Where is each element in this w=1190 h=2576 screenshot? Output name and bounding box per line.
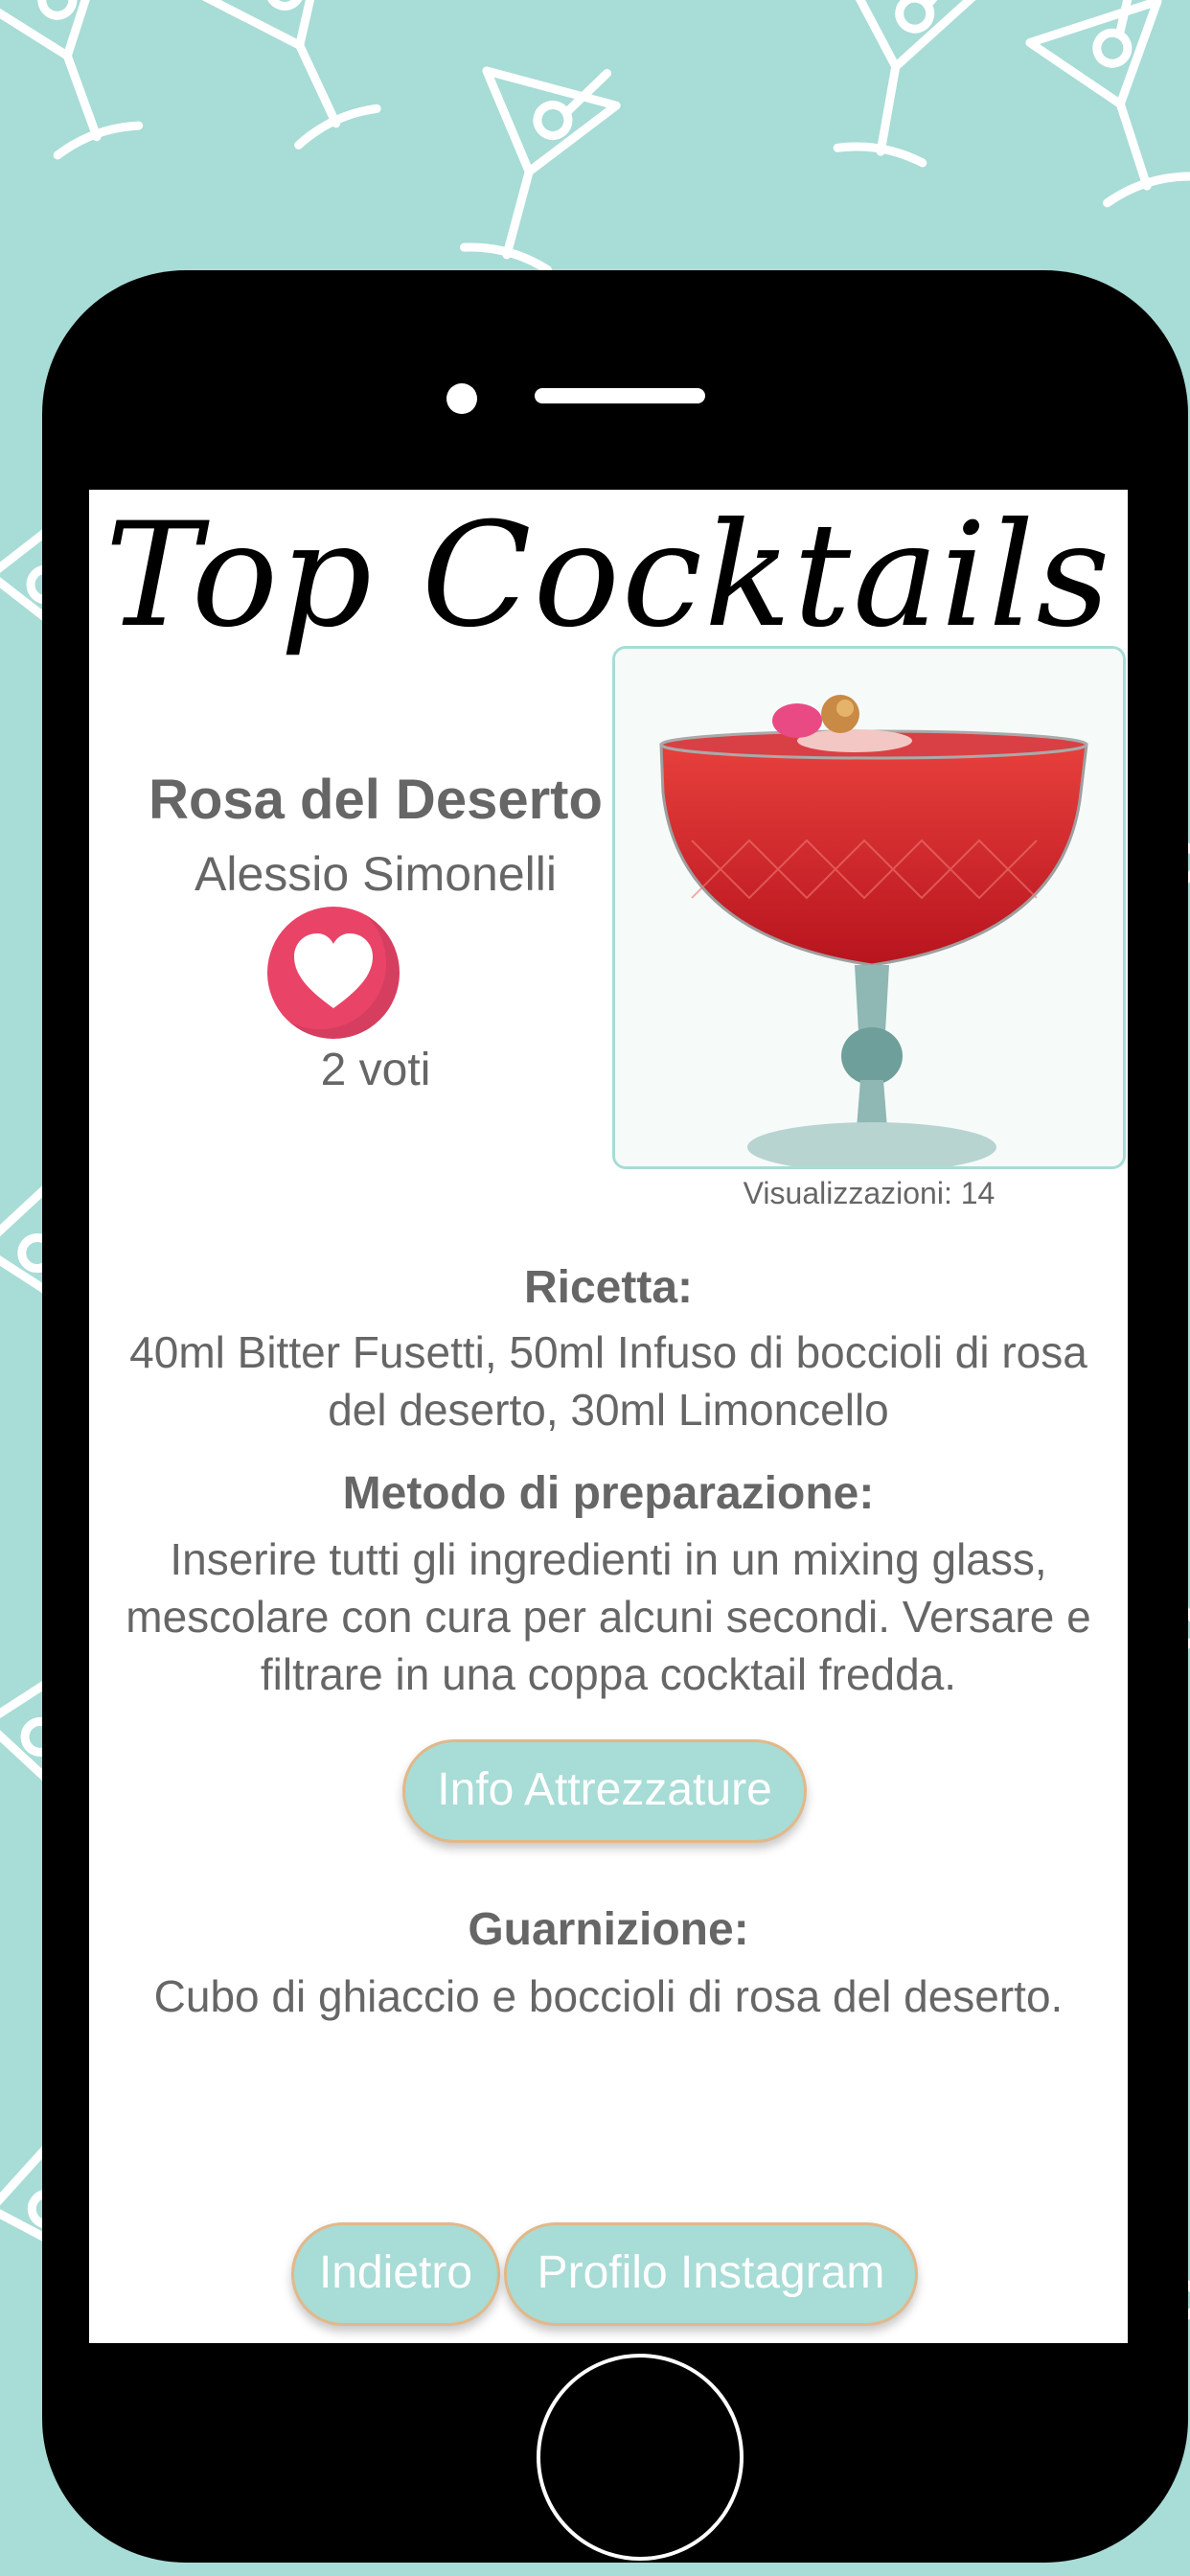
- like-button[interactable]: [267, 907, 400, 1039]
- garnish-text: Cubo di ghiaccio e boccioli di rosa del …: [153, 1971, 1064, 2021]
- votes-count: 2 voti: [320, 1045, 431, 1095]
- camera-dot: [446, 383, 477, 414]
- info-equipment-button[interactable]: Info Attrezzature: [402, 1739, 807, 1843]
- back-button[interactable]: Indietro: [291, 2222, 500, 2326]
- cocktail-name: Rosa del Deserto: [149, 769, 603, 831]
- speaker-slot: [535, 388, 705, 403]
- garnish-title: Guarnizione:: [468, 1904, 749, 1955]
- method-text: Inserire tutti gli ingredienti in un mix…: [126, 1534, 1091, 1699]
- instagram-profile-button[interactable]: Profilo Instagram: [504, 2222, 918, 2326]
- views-count: Visualizzazioni: 14: [743, 1176, 995, 1210]
- app-screen: Top Cocktails Rosa del Deserto Alessio S…: [89, 490, 1128, 2343]
- method-title: Metodo di preparazione:: [342, 1468, 875, 1519]
- recipe-title: Ricetta:: [523, 1262, 694, 1313]
- cocktail-glass-photo: [615, 649, 1123, 1166]
- home-button[interactable]: [537, 2354, 744, 2561]
- heart-icon: [294, 933, 373, 1008]
- cocktail-photo: [612, 646, 1126, 1169]
- author-name: Alessio Simonelli: [195, 847, 557, 901]
- recipe-text: 40ml Bitter Fusetti, 50ml Infuso di bocc…: [129, 1327, 1087, 1435]
- app-title: Top Cocktails: [104, 493, 1112, 659]
